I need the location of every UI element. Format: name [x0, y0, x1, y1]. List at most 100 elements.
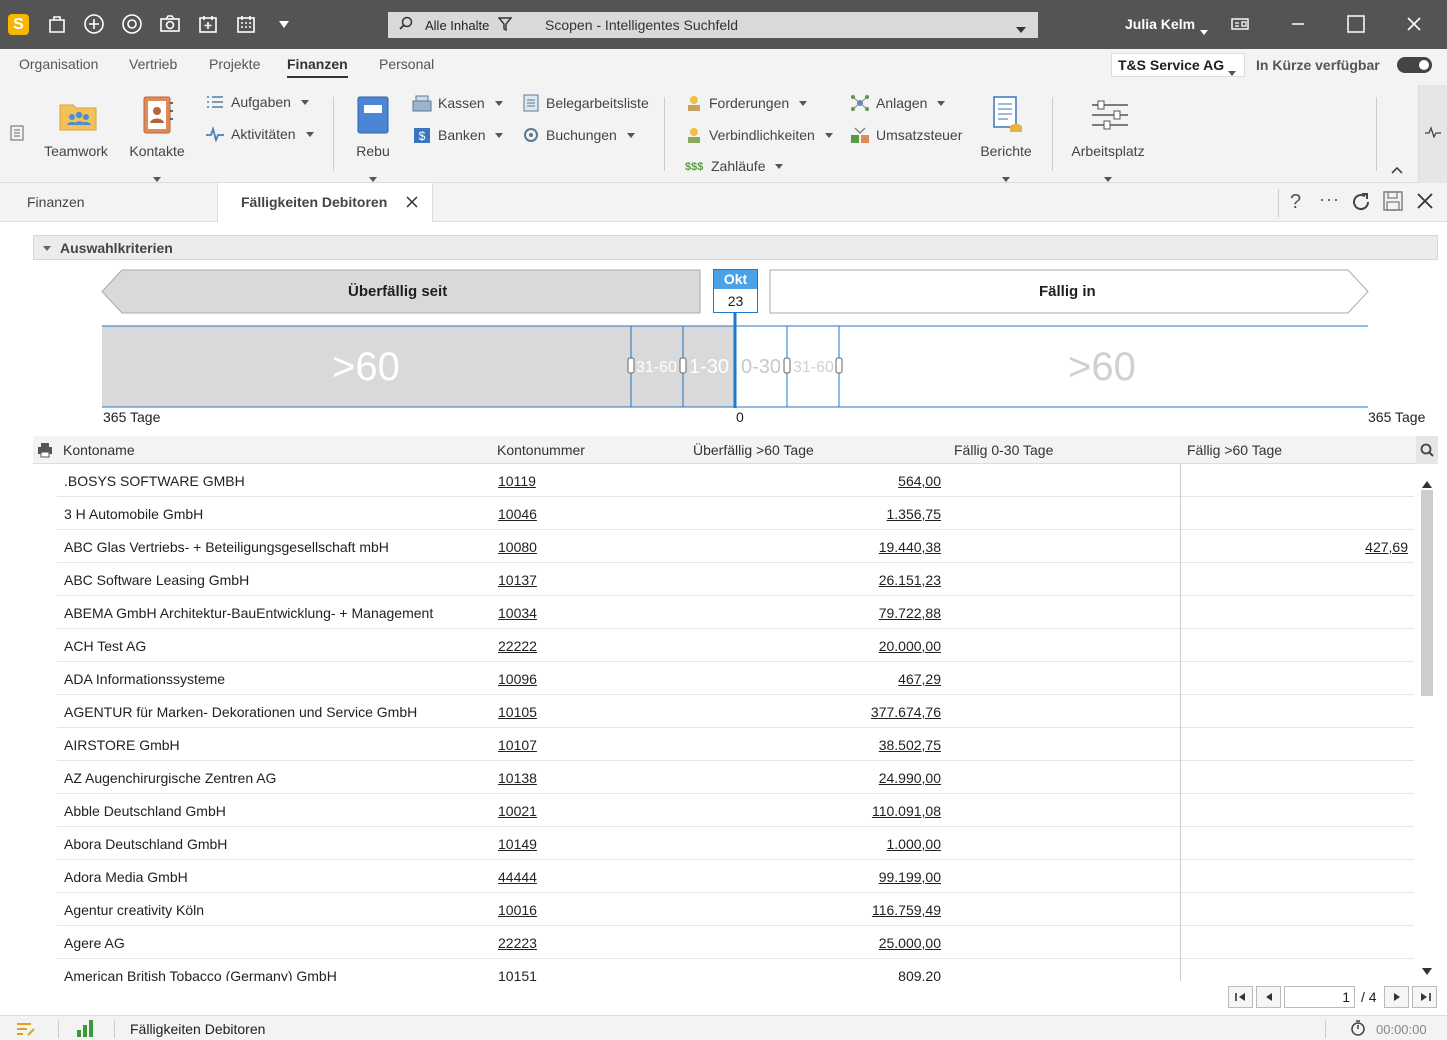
- col-kontoname[interactable]: Kontoname: [63, 442, 135, 458]
- col-faellig-0-30[interactable]: Fällig 0-30 Tage: [954, 442, 1053, 458]
- account-number-link[interactable]: 10138: [498, 770, 537, 786]
- user-dropdown-icon[interactable]: [1200, 22, 1208, 38]
- overdue-60-amount[interactable]: 25.000,00: [879, 935, 941, 951]
- zahllaeufe-button[interactable]: $$$ Zahläufe: [685, 158, 784, 174]
- print-icon[interactable]: [37, 442, 53, 461]
- table-row[interactable]: Abora Deutschland GmbH 10149 1.000,00: [57, 827, 1414, 860]
- statistics-icon[interactable]: [76, 1019, 94, 1040]
- more-options-icon[interactable]: ···: [1319, 189, 1340, 210]
- range-overdue-1-30[interactable]: 1-30: [689, 356, 729, 379]
- anlagen-button[interactable]: Anlagen: [850, 94, 946, 112]
- overdue-60-amount[interactable]: 26.151,23: [879, 572, 941, 588]
- kontakte-button[interactable]: Kontakte: [126, 95, 188, 185]
- help-icon[interactable]: ?: [1290, 191, 1301, 214]
- belegarbeitsliste-button[interactable]: Belegarbeitsliste: [522, 94, 649, 112]
- rebu-button[interactable]: Rebu: [350, 95, 396, 185]
- availability-toggle[interactable]: [1397, 57, 1432, 73]
- table-row[interactable]: AIRSTORE GmbH 10107 38.502,75: [57, 728, 1414, 761]
- range-overdue-60plus[interactable]: >60: [332, 345, 400, 390]
- range-overdue-31-60[interactable]: 31-60: [636, 359, 677, 377]
- overdue-60-amount[interactable]: 19.440,38: [879, 539, 941, 555]
- calendar-add-icon[interactable]: [196, 12, 220, 36]
- account-number-link[interactable]: 10105: [498, 704, 537, 720]
- overdue-60-amount[interactable]: 467,29: [898, 671, 941, 687]
- refresh-icon[interactable]: [1350, 191, 1372, 216]
- close-tab-icon[interactable]: [406, 195, 418, 211]
- table-row[interactable]: ABC Glas Vertriebs- + Beteiligungsgesell…: [57, 530, 1414, 563]
- teamwork-button[interactable]: Teamwork: [40, 95, 112, 159]
- search-scope[interactable]: Alle Inhalte: [425, 18, 489, 33]
- company-selector[interactable]: T&S Service AG: [1111, 53, 1245, 77]
- table-row[interactable]: ADA Informationssysteme 10096 467,29: [57, 662, 1414, 695]
- account-number-link[interactable]: 44444: [498, 869, 537, 885]
- minimize-icon[interactable]: [1286, 12, 1310, 36]
- user-name[interactable]: Julia Kelm: [1125, 16, 1195, 32]
- id-card-icon[interactable]: [1228, 12, 1252, 36]
- tab-faelligkeiten[interactable]: Fälligkeiten Debitoren: [217, 183, 433, 222]
- camera-icon[interactable]: [158, 12, 182, 36]
- overdue-60-amount[interactable]: 99.199,00: [879, 869, 941, 885]
- next-page-button[interactable]: [1384, 986, 1409, 1008]
- account-number-link[interactable]: 10119: [498, 473, 536, 489]
- table-row[interactable]: Adora Media GmbH 44444 99.199,00: [57, 860, 1414, 893]
- stopwatch-icon[interactable]: [1350, 1020, 1366, 1039]
- close-icon[interactable]: [1402, 12, 1426, 36]
- table-row[interactable]: AGENTUR für Marken- Dekorationen und Ser…: [57, 695, 1414, 728]
- tab-finanzen-doc[interactable]: Finanzen: [27, 183, 85, 222]
- account-number-link[interactable]: 10137: [498, 572, 537, 588]
- account-number-link[interactable]: 22223: [498, 935, 537, 951]
- col-faellig-60[interactable]: Fällig >60 Tage: [1187, 442, 1282, 458]
- account-number-link[interactable]: 10149: [498, 836, 537, 852]
- notes-icon[interactable]: [16, 1021, 36, 1040]
- overdue-60-amount[interactable]: 79.722,88: [879, 605, 941, 621]
- tab-personal[interactable]: Personal: [379, 56, 434, 72]
- vertical-scrollbar[interactable]: [1416, 464, 1438, 981]
- collapse-ribbon-icon[interactable]: [1391, 161, 1403, 177]
- aktivitaeten-button[interactable]: Aktivitäten: [205, 126, 314, 142]
- search-field[interactable]: Alle Inhalte Scopen - Intelligentes Such…: [388, 12, 1038, 38]
- briefcase-icon[interactable]: [45, 12, 69, 36]
- tab-projekte[interactable]: Projekte: [209, 56, 260, 72]
- account-number-link[interactable]: 22222: [498, 638, 537, 654]
- table-row[interactable]: ABC Software Leasing GmbH 10137 26.151,23: [57, 563, 1414, 596]
- overdue-60-amount[interactable]: 38.502,75: [879, 737, 941, 753]
- overdue-60-amount[interactable]: 1.356,75: [887, 506, 942, 522]
- filter-icon[interactable]: [497, 16, 513, 35]
- range-due-60plus[interactable]: >60: [1068, 345, 1136, 390]
- overdue-60-amount[interactable]: 809,20: [898, 968, 941, 981]
- close-view-icon[interactable]: [1416, 192, 1434, 213]
- range-due-0-30[interactable]: 0-30: [741, 356, 781, 379]
- account-number-link[interactable]: 10151: [498, 968, 537, 981]
- scroll-down-icon[interactable]: [1422, 963, 1432, 979]
- search-dropdown-icon[interactable]: [1016, 20, 1026, 36]
- account-number-link[interactable]: 10096: [498, 671, 537, 687]
- table-row[interactable]: ABEMA GmbH Architektur-BauEntwicklung- +…: [57, 596, 1414, 629]
- page-input[interactable]: 1: [1284, 986, 1355, 1008]
- scroll-thumb[interactable]: [1421, 490, 1433, 696]
- table-row[interactable]: 3 H Automobile GmbH 10046 1.356,75: [57, 497, 1414, 530]
- account-number-link[interactable]: 10021: [498, 803, 537, 819]
- tab-finanzen[interactable]: Finanzen: [287, 56, 348, 78]
- app-logo[interactable]: S: [8, 14, 29, 35]
- section-header[interactable]: Auswahlkriterien: [33, 235, 1438, 260]
- collapse-panel-icon[interactable]: [10, 125, 24, 144]
- pulse-icon[interactable]: [1425, 125, 1441, 141]
- col-ueberfaellig-60[interactable]: Überfällig >60 Tage: [693, 442, 814, 458]
- overdue-60-amount[interactable]: 1.000,00: [887, 836, 942, 852]
- account-number-link[interactable]: 10016: [498, 902, 537, 918]
- account-number-link[interactable]: 10046: [498, 506, 537, 522]
- last-page-button[interactable]: [1412, 986, 1437, 1008]
- table-row[interactable]: ACH Test AG 22222 20.000,00: [57, 629, 1414, 662]
- col-kontonummer[interactable]: Kontonummer: [497, 442, 585, 458]
- table-row[interactable]: Agentur creativity Köln 10016 116.759,49: [57, 893, 1414, 926]
- due-60-amount[interactable]: 427,69: [1365, 539, 1408, 555]
- forderungen-button[interactable]: Forderungen: [685, 94, 808, 112]
- overdue-60-amount[interactable]: 20.000,00: [879, 638, 941, 654]
- save-icon[interactable]: [1383, 191, 1403, 214]
- table-row[interactable]: Abble Deutschland GmbH 10021 110.091,08: [57, 794, 1414, 827]
- prev-page-button[interactable]: [1256, 986, 1281, 1008]
- table-row[interactable]: AZ Augenchirurgische Zentren AG 10138 24.9…: [57, 761, 1414, 794]
- banken-button[interactable]: $ Banken: [412, 126, 504, 144]
- berichte-button[interactable]: Berichte: [978, 95, 1034, 185]
- table-search-icon[interactable]: [1416, 436, 1438, 464]
